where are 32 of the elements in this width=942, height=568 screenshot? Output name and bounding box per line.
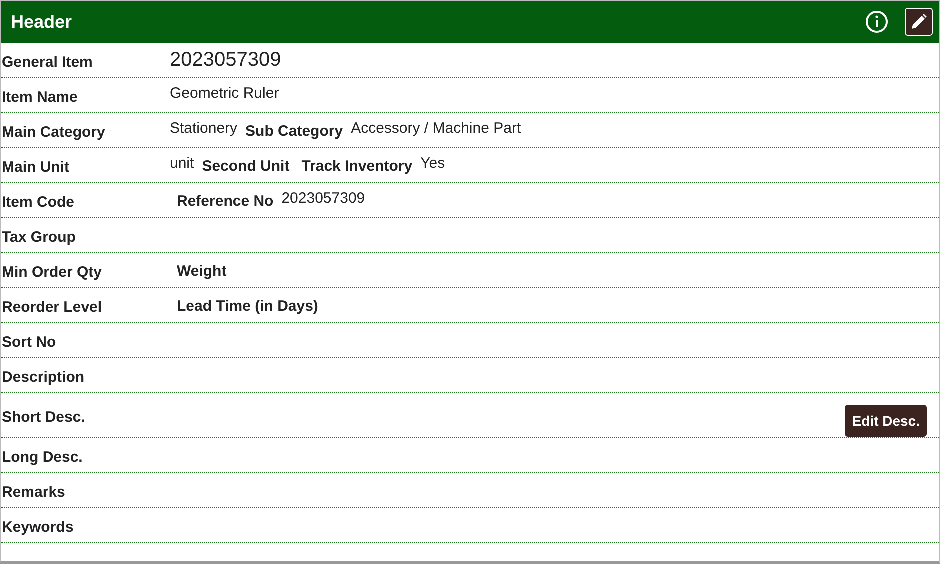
field-value: 2023057309 xyxy=(282,190,366,206)
field-label: Min Order Qty xyxy=(1,262,104,280)
field-label: Keywords xyxy=(1,518,75,536)
panel-title: Header xyxy=(11,12,74,32)
field-label: Item Name xyxy=(1,88,79,106)
field-label: Lead Time (in Days) xyxy=(177,296,318,314)
field-label: General Item xyxy=(1,52,94,70)
field-label: Sort No xyxy=(1,332,58,350)
field-label: Short Desc. xyxy=(1,408,86,426)
field-label: Weight xyxy=(177,262,227,280)
pencil-icon xyxy=(910,13,928,31)
field-label: Main Category xyxy=(1,122,106,140)
edit-button[interactable] xyxy=(905,8,933,36)
field-label: Sub Category xyxy=(246,122,344,140)
field-label: Reorder Level xyxy=(1,298,104,316)
field-value: Stationery xyxy=(170,120,238,136)
field-label: Description xyxy=(1,368,86,386)
field-value: unit xyxy=(170,154,194,172)
field-value: Yes xyxy=(420,154,446,172)
field-label: Item Code xyxy=(1,192,76,210)
field-label: Main Unit xyxy=(1,158,70,176)
field-label: Tax Group xyxy=(1,228,77,246)
field-label: Second Unit xyxy=(202,156,290,174)
field-label: Track Inventory xyxy=(302,156,413,174)
field-value: Geometric Ruler xyxy=(170,84,280,102)
field-label: Long Desc. xyxy=(1,448,84,466)
field-value: Accessory / Machine Part xyxy=(351,120,522,136)
field-label: Remarks xyxy=(1,482,66,500)
info-icon[interactable] xyxy=(865,10,889,34)
field-label: Reference No xyxy=(177,192,274,210)
field-value: 2023057309 xyxy=(170,48,282,72)
edit-desc-button[interactable]: Edit Desc. xyxy=(845,405,927,437)
